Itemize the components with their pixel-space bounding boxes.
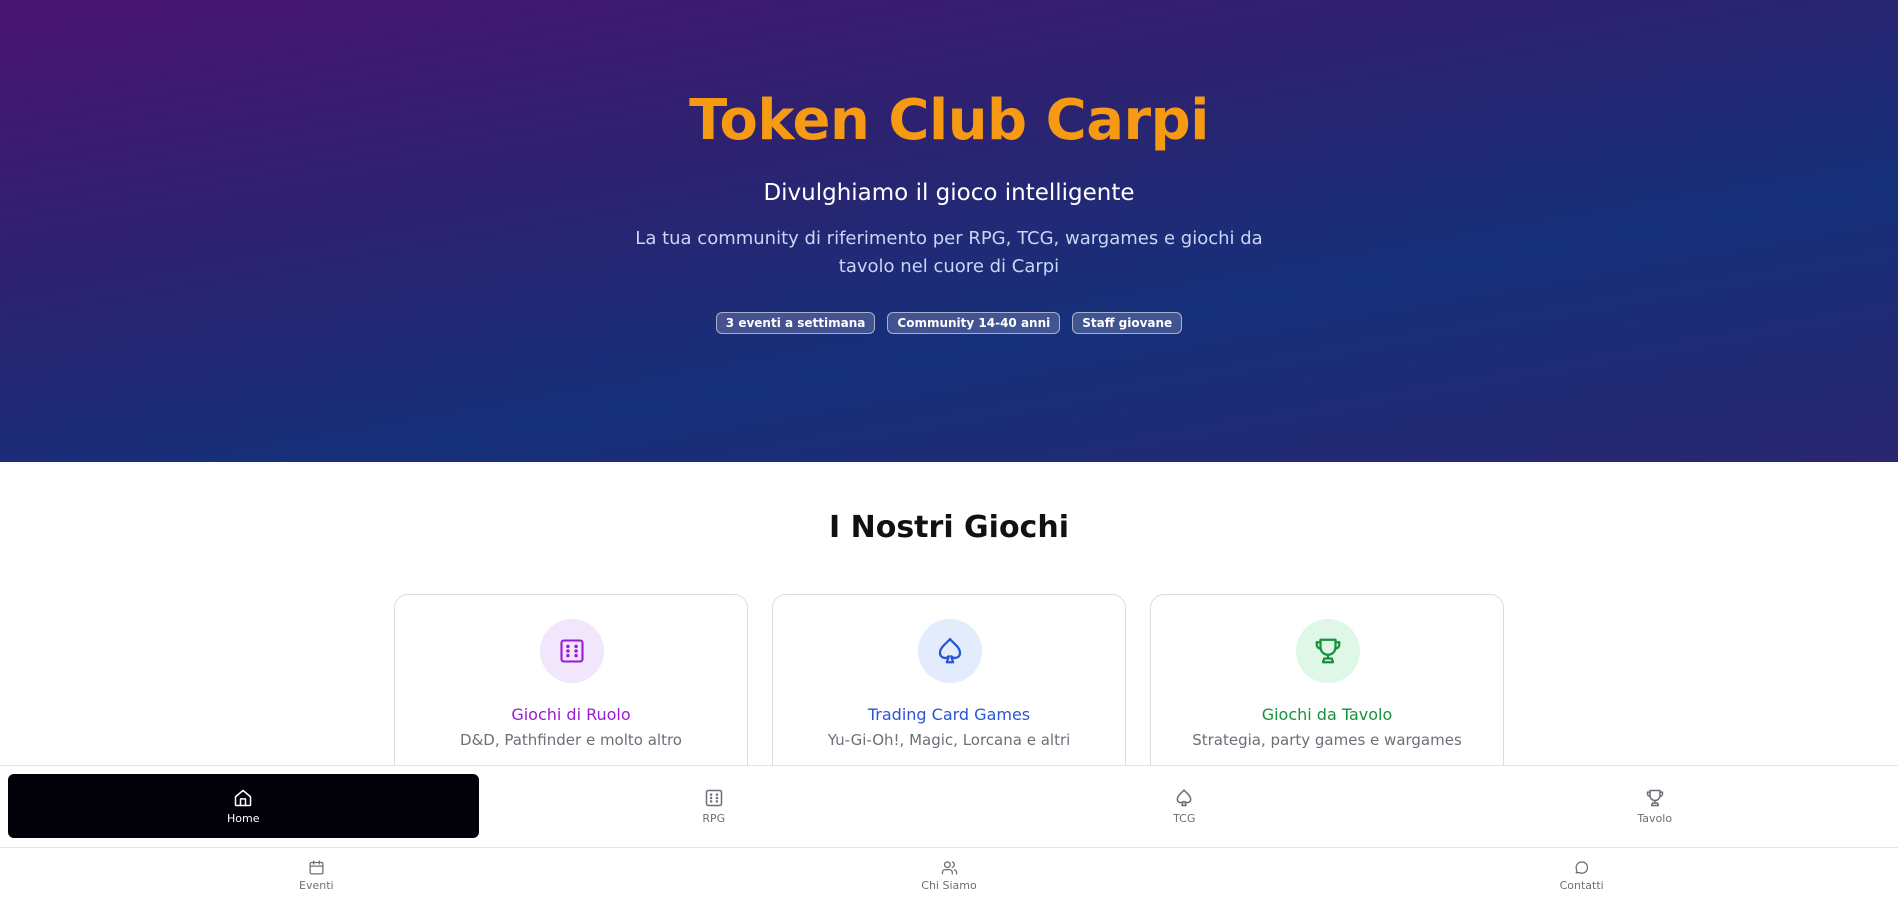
dice-icon [704,788,724,808]
dice-icon [540,619,604,683]
site-title: Token Club Carpi [689,88,1209,153]
trophy-icon [1296,619,1360,683]
spade-icon [918,619,982,683]
spade-icon [1174,788,1194,808]
primary-nav: Home RPG TCG Tavolo [8,774,1890,838]
nav-eventi[interactable]: Eventi [0,853,633,897]
bottom-navigation: Home RPG TCG Tavolo Eventi Chi Siamo Con… [0,765,1898,903]
users-icon [941,859,958,876]
card-title: Trading Card Games [867,705,1031,724]
game-card-rpg[interactable]: Giochi di Ruolo D&D, Pathfinder e molto … [394,594,748,784]
nav-tcg[interactable]: TCG [949,774,1420,838]
nav-label: Eventi [299,878,334,892]
game-card-boardgames[interactable]: Giochi da Tavolo Strategia, party games … [1150,594,1504,784]
nav-rpg[interactable]: RPG [479,774,950,838]
card-description: Yu-Gi-Oh!, Magic, Lorcana e altri [827,731,1071,749]
nav-label: TCG [1173,811,1196,825]
nav-home[interactable]: Home [8,774,479,838]
trophy-icon [1645,788,1665,808]
nav-label: Tavolo [1637,811,1673,825]
hero-subtitle: Divulghiamo il gioco intelligente [763,180,1135,206]
nav-chi-siamo[interactable]: Chi Siamo [633,853,1266,897]
nav-divider [0,847,1898,848]
badge-community: Community 14-40 anni [887,312,1061,334]
calendar-icon [308,859,325,876]
nav-label: Chi Siamo [921,878,977,892]
secondary-nav: Eventi Chi Siamo Contatti [0,853,1898,897]
nav-tavolo[interactable]: Tavolo [1420,774,1891,838]
hero-section: Token Club Carpi Divulghiamo il gioco in… [0,0,1898,462]
badge-staff: Staff giovane [1072,312,1183,334]
card-title: Giochi di Ruolo [511,705,631,724]
badge-list: 3 eventi a settimana Community 14-40 ann… [0,312,1898,334]
card-description: D&D, Pathfinder e molto altro [460,731,682,749]
games-card-list: Giochi di Ruolo D&D, Pathfinder e molto … [394,594,1504,784]
home-icon [233,788,253,808]
games-section-title: I Nostri Giochi [829,510,1069,545]
hero-description: La tua community di riferimento per RPG,… [635,228,1263,277]
card-description: Strategia, party games e wargames [1192,731,1462,749]
game-card-tcg[interactable]: Trading Card Games Yu-Gi-Oh!, Magic, Lor… [772,594,1126,784]
nav-label: Home [227,811,260,825]
nav-label: Contatti [1559,878,1604,892]
nav-contatti[interactable]: Contatti [1265,853,1898,897]
badge-events: 3 eventi a settimana [715,312,876,334]
card-title: Giochi da Tavolo [1261,705,1393,724]
nav-label: RPG [702,811,726,825]
chat-icon [1573,859,1590,876]
